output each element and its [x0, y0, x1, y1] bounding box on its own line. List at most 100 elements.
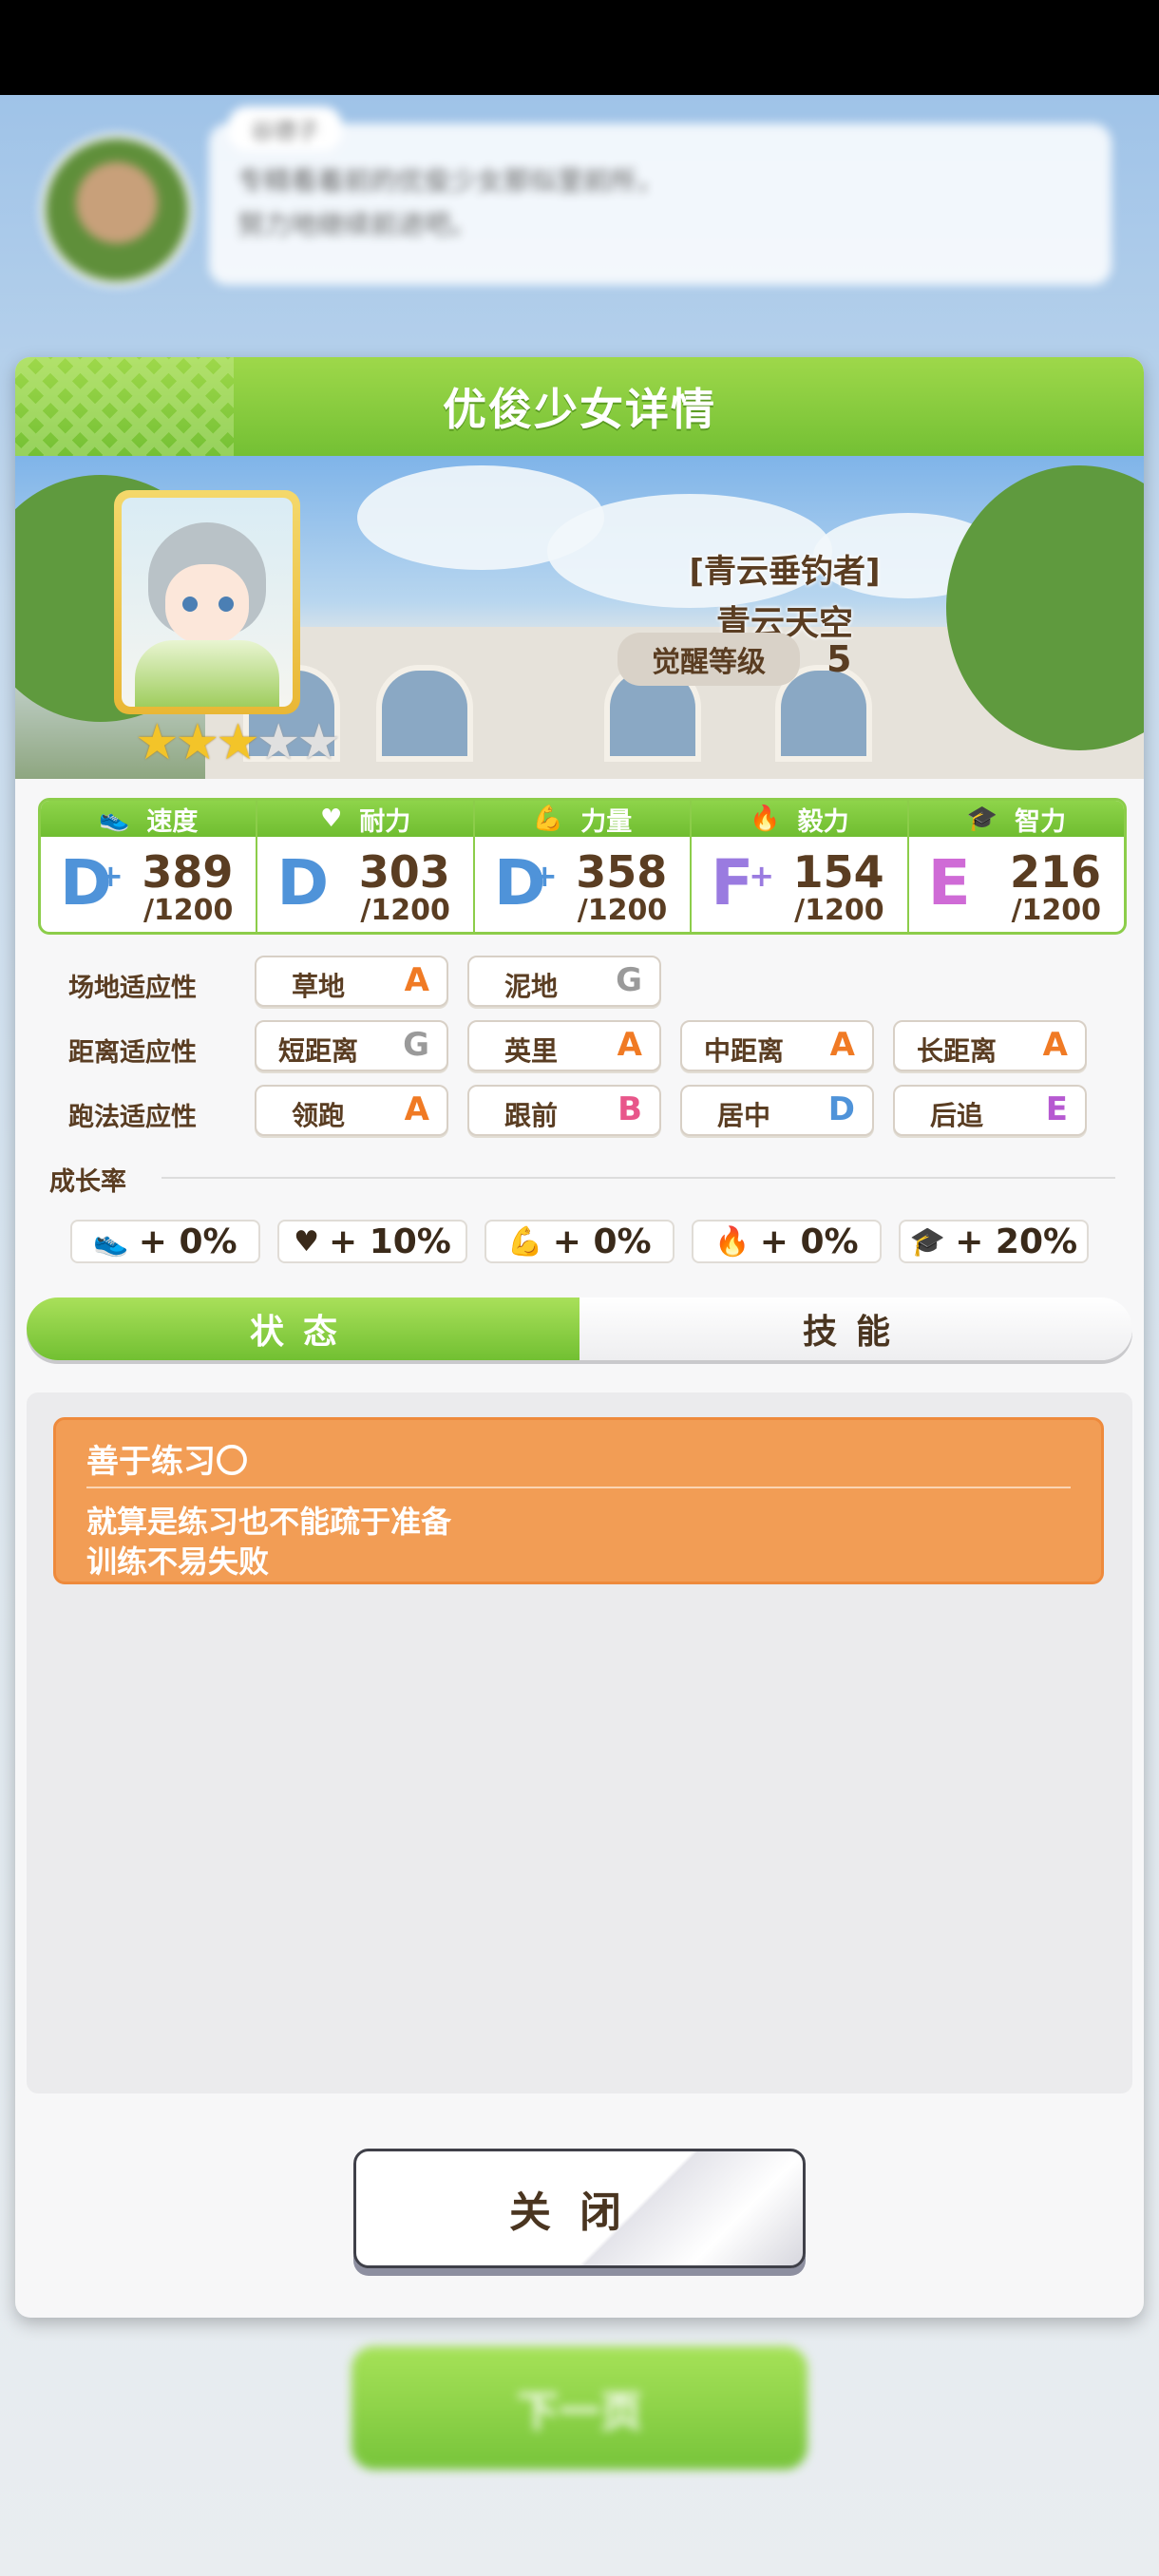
stat-power: 💪 力量 D + 358 /1200 — [474, 801, 693, 932]
shoe-icon: 👟 — [93, 1224, 129, 1259]
speaker-name: 谷德子 — [228, 106, 342, 151]
header-pattern — [15, 357, 234, 456]
flame-icon: 🔥 — [714, 1224, 750, 1259]
dialog-header: 优俊少女详情 — [15, 357, 1144, 456]
tab-status[interactable]: 状态 — [27, 1297, 580, 1360]
skill-description: 就算是练习也不能疏于准备 训练不易失败 — [86, 1502, 451, 1582]
aptitude-cell: 领跑 A — [255, 1085, 448, 1136]
stats-panel: 👟 速度 D + 389 /1200 ♥ 耐力 D 303 /1200 💪 力量 D + … — [38, 798, 1127, 935]
style-aptitude-row: 跑法适应性 领跑 A 跟前 B 居中 D 后追 E — [15, 1085, 1144, 1138]
stat-value: 216 — [1010, 846, 1102, 898]
stat-speed: 👟 速度 D + 389 /1200 — [41, 801, 258, 932]
aptitude-grade: A — [404, 1090, 429, 1128]
heart-icon: ♥ — [294, 1224, 320, 1259]
character-detail-dialog: 优俊少女详情 ★ ★ ★ ★ ★ [青云垂钓者] 青云天空 觉醒等级 5 👟 速… — [15, 357, 1144, 2318]
stat-stamina: ♥ 耐力 D 303 /1200 — [257, 801, 475, 932]
stat-max: /1200 — [1011, 894, 1102, 927]
stat-grade: D — [276, 846, 330, 919]
growth-stamina: ♥ + 10% — [277, 1220, 467, 1263]
status-skill-card[interactable]: 善于练习〇 就算是练习也不能疏于准备 训练不易失败 — [53, 1417, 1104, 1584]
character-banner: ★ ★ ★ ★ ★ [青云垂钓者] 青云天空 觉醒等级 5 — [15, 456, 1144, 779]
stat-grade: F + — [711, 846, 775, 919]
star-filled-icon: ★ — [216, 714, 260, 771]
shoe-icon: 👟 — [99, 805, 130, 833]
star-rating: ★ ★ ★ ★ ★ — [135, 714, 341, 771]
status-bar — [0, 0, 1159, 95]
style-aptitude-label: 跑法适应性 — [68, 1103, 197, 1132]
graduation-cap-icon: 🎓 — [966, 805, 998, 833]
stat-value: 358 — [576, 846, 668, 898]
detail-tabs: 状态 技能 — [27, 1297, 1132, 1360]
stat-wisdom: 🎓 智力 E 216 /1200 — [908, 801, 1124, 932]
aptitude-grade: A — [617, 1026, 642, 1064]
dialogue-line: 专精看着前的优俊少女那似里前所， — [238, 165, 664, 197]
stat-max: /1200 — [142, 894, 234, 927]
aptitude-cell: 中距离 A — [680, 1020, 874, 1071]
close-button[interactable]: 关闭 — [353, 2149, 806, 2268]
track-aptitude-row: 场地适应性 草地 A 泥地 G — [15, 956, 1144, 1009]
character-portrait[interactable] — [114, 490, 300, 714]
awaken-level: 觉醒等级 5 — [618, 633, 851, 686]
aptitude-cell: 居中 D — [680, 1085, 874, 1136]
character-name-block: [青云垂钓者] 青云天空 — [604, 545, 965, 645]
skill-desc-line: 就算是练习也不能疏于准备 — [86, 1504, 452, 1540]
muscle-icon: 💪 — [507, 1224, 543, 1259]
aptitude-cell: 泥地 G — [467, 956, 661, 1007]
stat-label: 速度 — [146, 806, 199, 837]
growth-rate-label: 成长率 — [49, 1167, 126, 1197]
heart-icon: ♥ — [319, 805, 343, 833]
character-epithet: [青云垂钓者] — [689, 553, 881, 591]
track-aptitude-label: 场地适应性 — [68, 974, 197, 1003]
aptitude-cell: 短距离 G — [255, 1020, 448, 1071]
star-filled-icon: ★ — [175, 714, 220, 771]
growth-power: 💪 + 0% — [484, 1220, 674, 1263]
stat-grade: D + — [493, 846, 558, 919]
growth-divider — [162, 1177, 1115, 1179]
aptitude-grade: D — [827, 1090, 855, 1128]
growth-wisdom: 🎓 + 20% — [899, 1220, 1089, 1263]
stat-max: /1200 — [577, 894, 668, 927]
stat-grade: E — [927, 846, 971, 919]
dialogue-text: 专精看着前的优俊少女那似里前所， 努力地继续前进吧。 — [238, 160, 663, 247]
stat-value: 389 — [142, 846, 234, 898]
graduation-cap-icon: 🎓 — [909, 1224, 946, 1259]
aptitude-cell: 后追 E — [893, 1085, 1087, 1136]
speaker-avatar — [40, 133, 194, 287]
growth-guts: 🔥 + 0% — [692, 1220, 882, 1263]
aptitude-grade: G — [403, 1026, 429, 1064]
stat-guts: 🔥 毅力 F + 154 /1200 — [692, 801, 909, 932]
skill-divider — [86, 1487, 1071, 1488]
stat-value: 303 — [358, 846, 450, 898]
star-filled-icon: ★ — [135, 714, 180, 771]
distance-aptitude-label: 距离适应性 — [68, 1038, 197, 1068]
awaken-value: 5 — [826, 638, 852, 680]
stat-label: 力量 — [580, 806, 633, 837]
aptitude-cell: 长距离 A — [893, 1020, 1087, 1071]
aptitude-grade: A — [404, 961, 429, 999]
aptitude-grade: A — [829, 1026, 855, 1064]
aptitude-cell: 英里 A — [467, 1020, 661, 1071]
stat-grade: D + — [60, 846, 124, 919]
flame-icon: 🔥 — [750, 805, 781, 833]
growth-rate-row: 👟 + 0% ♥ + 10% 💪 + 0% 🔥 + 0% 🎓 + 20% — [70, 1220, 1106, 1263]
awaken-label: 觉醒等级 — [618, 633, 800, 686]
distance-aptitude-row: 距离适应性 短距离 G 英里 A 中距离 A 长距离 A — [15, 1020, 1144, 1073]
star-empty-icon: ★ — [296, 714, 342, 771]
stat-max: /1200 — [794, 894, 884, 927]
aptitude-grade: G — [616, 961, 642, 999]
skill-desc-line: 训练不易失败 — [86, 1544, 270, 1580]
aptitude-grade: E — [1045, 1090, 1068, 1128]
next-button[interactable]: 下一页 — [352, 2346, 808, 2470]
dialogue-line: 努力地继续前进吧。 — [238, 209, 478, 240]
growth-speed: 👟 + 0% — [70, 1220, 260, 1263]
stat-label: 耐力 — [359, 806, 411, 837]
stat-label: 毅力 — [797, 806, 849, 837]
aptitude-cell: 跟前 B — [467, 1085, 661, 1136]
stat-max: /1200 — [360, 894, 450, 927]
aptitude-grade: A — [1042, 1026, 1068, 1064]
star-empty-icon: ★ — [256, 714, 301, 771]
aptitude-grade: B — [618, 1090, 642, 1128]
aptitude-cell: 草地 A — [255, 956, 448, 1007]
tab-skills[interactable]: 技能 — [580, 1297, 1132, 1360]
dialog-title: 优俊少女详情 — [443, 384, 716, 435]
